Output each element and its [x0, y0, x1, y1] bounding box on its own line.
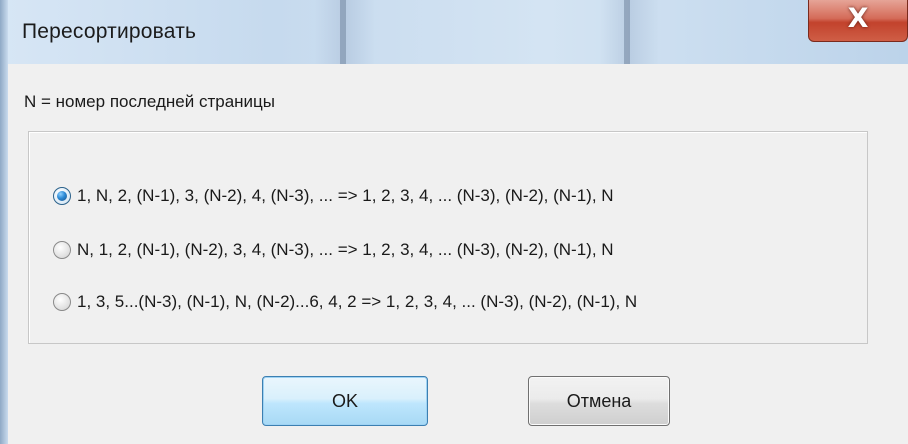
title-bar[interactable]: Пересортировать X: [0, 0, 908, 64]
option-3-label[interactable]: 1, 3, 5...(N-3), (N-1), N, (N-2)...6, 4,…: [77, 292, 637, 312]
option-1[interactable]: 1, N, 2, (N-1), 3, (N-2), 4, (N-3), ... …: [53, 183, 614, 209]
cancel-button[interactable]: Отмена: [528, 376, 670, 426]
options-group: 1, N, 2, (N-1), 3, (N-2), 4, (N-3), ... …: [28, 131, 868, 344]
radio-selected-dot: [57, 191, 67, 201]
radio-option-3[interactable]: [53, 293, 71, 311]
ok-button[interactable]: OK: [262, 376, 428, 426]
window-title: Пересортировать: [22, 20, 197, 43]
option-3[interactable]: 1, 3, 5...(N-3), (N-1), N, (N-2)...6, 4,…: [53, 289, 637, 315]
radio-option-2[interactable]: [53, 241, 71, 259]
option-1-label[interactable]: 1, N, 2, (N-1), 3, (N-2), 4, (N-3), ... …: [77, 186, 614, 206]
close-icon: X: [847, 3, 869, 34]
title-bar-glass-streak: [600, 0, 660, 64]
info-label: N = номер последней страницы: [24, 92, 275, 111]
title-bar-glass-streak: [340, 0, 346, 64]
dialog-client-area: N = номер последней страницы 1, N, 2, (N…: [8, 64, 908, 444]
title-bar-glass-streak: [624, 0, 630, 64]
close-button[interactable]: X: [808, 0, 908, 42]
option-2[interactable]: N, 1, 2, (N-1), (N-2), 3, 4, (N-3), ... …: [53, 237, 614, 263]
radio-option-1[interactable]: [53, 187, 71, 205]
option-2-label[interactable]: N, 1, 2, (N-1), (N-2), 3, 4, (N-3), ... …: [77, 240, 614, 260]
window-frame-left: [0, 0, 8, 444]
